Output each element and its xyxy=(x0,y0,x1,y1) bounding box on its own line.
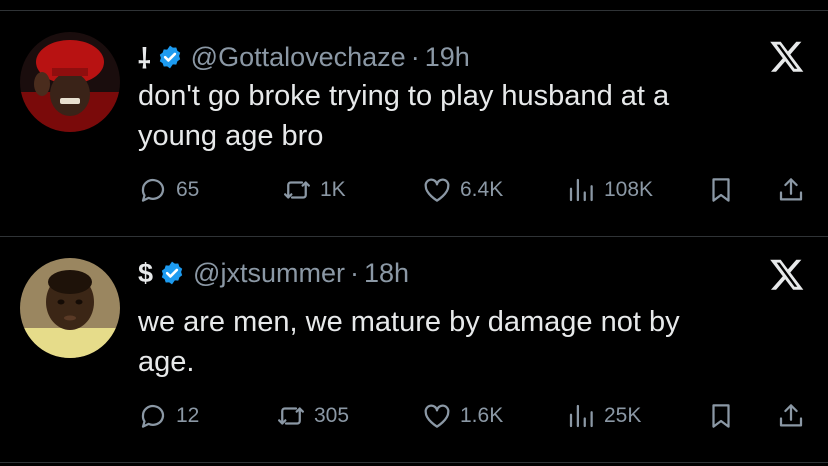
like-button[interactable]: 1.6K xyxy=(422,401,503,431)
repost-count: 1K xyxy=(320,178,346,201)
views-button[interactable]: 108K xyxy=(566,175,653,205)
heart-icon xyxy=(424,178,450,202)
views-button[interactable]: 25K xyxy=(566,401,641,431)
tweet-card[interactable]: $ @jxtsummer · 18h we are men, we mature… xyxy=(0,236,828,464)
reply-button[interactable]: 65 xyxy=(138,175,199,205)
share-icon[interactable] xyxy=(776,401,806,431)
tweet-header: $ @jxtsummer · 18h xyxy=(138,256,409,290)
views-chart-icon xyxy=(569,178,593,202)
reply-count: 65 xyxy=(176,178,200,201)
like-count: 6.4K xyxy=(460,178,504,201)
tweet-actions: 12 305 1.6K 25K xyxy=(0,401,828,431)
tweet-actions: 65 1K 6.4K 108K xyxy=(0,175,828,205)
bookmark-icon[interactable] xyxy=(706,401,736,431)
tweet-text-line: don't go broke trying to play husband at… xyxy=(138,80,670,112)
display-name[interactable]: ⸸ xyxy=(138,39,151,76)
tweet-text-line: young age bro xyxy=(138,120,324,152)
view-count: 108K xyxy=(604,178,654,201)
like-count: 1.6K xyxy=(460,404,504,427)
verified-badge-icon xyxy=(161,261,183,285)
user-handle[interactable]: @Gottalovechaze xyxy=(191,42,406,73)
repost-button[interactable]: 305 xyxy=(276,401,349,431)
x-logo-icon[interactable] xyxy=(768,38,806,74)
separator-dot: · xyxy=(410,41,420,72)
display-name[interactable]: $ xyxy=(138,258,153,289)
repost-button[interactable]: 1K xyxy=(282,175,346,205)
reply-icon xyxy=(141,178,165,202)
tweet-text-line: age. xyxy=(138,346,195,378)
heart-icon xyxy=(424,404,450,428)
x-logo-icon[interactable] xyxy=(768,256,806,292)
bookmark-icon[interactable] xyxy=(706,175,736,205)
view-count: 25K xyxy=(604,404,642,427)
tweet-text: we are men, we mature by damage not by a… xyxy=(138,302,788,382)
avatar[interactable] xyxy=(20,258,120,358)
repost-icon xyxy=(284,181,310,199)
reply-icon xyxy=(141,404,165,428)
tweet-card[interactable]: ⸸ @Gottalovechaze · 19h don't go broke t… xyxy=(0,10,828,238)
tweet-text-line: we are men, we mature by damage not by xyxy=(138,306,680,338)
repost-count: 305 xyxy=(314,404,350,427)
timestamp[interactable]: 19h xyxy=(425,42,470,73)
repost-icon xyxy=(278,407,304,425)
reply-button[interactable]: 12 xyxy=(138,401,199,431)
like-button[interactable]: 6.4K xyxy=(422,175,503,205)
separator-dot: · xyxy=(349,257,359,288)
tweet-text: don't go broke trying to play husband at… xyxy=(138,76,788,156)
reply-count: 12 xyxy=(176,404,200,427)
share-icon[interactable] xyxy=(776,175,806,205)
views-chart-icon xyxy=(569,404,593,428)
avatar[interactable] xyxy=(20,32,120,132)
timestamp[interactable]: 18h xyxy=(364,258,409,289)
verified-badge-icon xyxy=(159,45,180,69)
user-handle[interactable]: @jxtsummer xyxy=(193,258,345,289)
tweet-header: ⸸ @Gottalovechaze · 19h xyxy=(138,40,470,74)
